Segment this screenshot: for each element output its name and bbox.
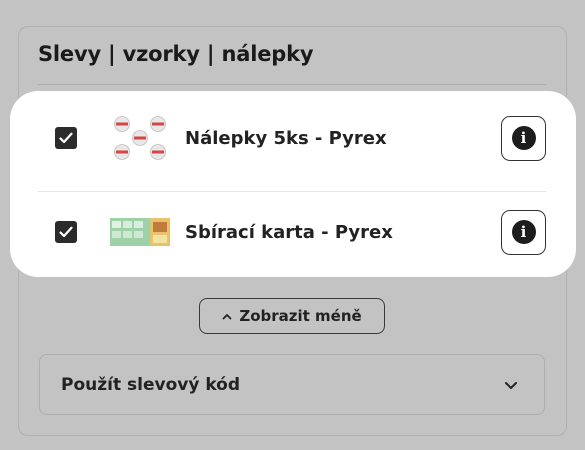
stickers-thumbnail (110, 116, 170, 160)
item-label: Sbírací karta - Pyrex (185, 221, 393, 243)
check-icon (59, 132, 73, 144)
check-icon (59, 226, 73, 238)
info-icon: i (511, 220, 536, 244)
coupon-code-toggle[interactable]: Použít slevový kód (39, 354, 545, 415)
chevron-up-icon (222, 313, 232, 320)
section-title: Slevy | vzorky | nálepky (38, 42, 314, 66)
chevron-down-icon (504, 375, 518, 394)
list-item-stickers: Nálepky 5ks - Pyrex i (38, 91, 546, 185)
show-less-button[interactable]: Zobrazit méně (199, 298, 385, 334)
item-checkbox[interactable] (55, 127, 77, 149)
list-item-card: Sbírací karta - Pyrex i (38, 185, 546, 279)
collectible-card-thumbnail (110, 210, 170, 254)
item-label: Nálepky 5ks - Pyrex (185, 127, 387, 149)
divider (38, 84, 546, 85)
items-card: Nálepky 5ks - Pyrex i Sbírací karta - Py… (10, 91, 576, 277)
coupon-label: Použít slevový kód (61, 374, 241, 395)
show-less-label: Zobrazit méně (239, 307, 362, 325)
info-button[interactable]: i (501, 115, 546, 161)
item-checkbox[interactable] (55, 221, 77, 243)
info-button[interactable]: i (501, 209, 546, 255)
info-icon: i (511, 126, 536, 150)
